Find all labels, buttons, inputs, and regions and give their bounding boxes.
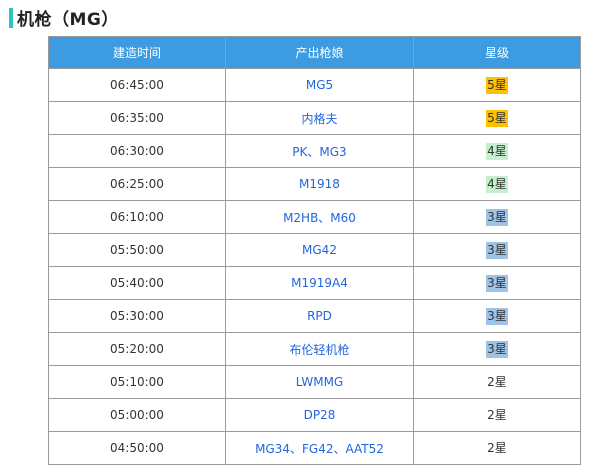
table-row: 06:35:00 内格夫 5星 [48,101,581,135]
build-time-cell: 06:45:00 [48,68,226,102]
rarity-cell: 2星 [413,398,581,432]
build-time-cell: 04:50:00 [48,431,226,465]
rarity-cell: 2星 [413,431,581,465]
rarity-badge: 3星 [486,307,508,325]
table-row: 06:45:00 MG5 5星 [48,68,581,102]
rarity-cell: 4星 [413,167,581,201]
section-header: 机枪（MG） [0,0,604,34]
tdoll-link[interactable]: M2HB、M60 [283,211,356,225]
build-time-cell: 05:20:00 [48,332,226,366]
table-row: 04:50:00 MG34、FG42、AAT52 2星 [48,431,581,465]
tdoll-link[interactable]: LWMMG [296,375,343,389]
rarity-cell: 3星 [413,233,581,267]
table-row: 05:50:00 MG42 3星 [48,233,581,267]
tdoll-cell: M1919A4 [225,266,414,300]
tdoll-link[interactable]: M1918 [299,177,340,191]
tdoll-link[interactable]: M1919A4 [291,276,348,290]
table-body: 06:45:00 MG5 5星 06:35:00 内格夫 5星 06:30:00 PK、MG3… [48,68,581,465]
tdoll-cell: M2HB、M60 [225,200,414,234]
tdoll-link[interactable]: PK、MG3 [292,145,346,159]
rarity-cell: 3星 [413,266,581,300]
section-title: 机枪（MG） [17,10,119,30]
rarity-badge: 5星 [486,109,508,127]
header-build-time: 建造时间 [48,36,226,69]
rarity-cell: 4星 [413,134,581,168]
build-time-cell: 05:10:00 [48,365,226,399]
accent-bar [9,8,13,28]
tdoll-cell: 内格夫 [225,101,414,135]
table-row: 05:20:00 布伦轻机枪 3星 [48,332,581,366]
table-row: 06:25:00 M1918 4星 [48,167,581,201]
tdoll-link[interactable]: 布伦轻机枪 [289,343,349,357]
table-row: 06:10:00 M2HB、M60 3星 [48,200,581,234]
tdoll-link[interactable]: MG5 [306,78,333,92]
build-time-cell: 06:30:00 [48,134,226,168]
rarity-badge: 3星 [486,241,508,259]
rarity-badge: 2星 [487,374,507,389]
build-time-cell: 06:10:00 [48,200,226,234]
build-time-cell: 05:00:00 [48,398,226,432]
build-time-cell: 05:40:00 [48,266,226,300]
rarity-badge: 2星 [487,440,507,455]
table-row: 05:00:00 DP28 2星 [48,398,581,432]
rarity-badge: 4星 [486,142,508,160]
tdoll-cell: M1918 [225,167,414,201]
table-row: 06:30:00 PK、MG3 4星 [48,134,581,168]
tdoll-cell: RPD [225,299,414,333]
header-tdoll: 产出枪娘 [225,36,414,69]
table-row: 05:40:00 M1919A4 3星 [48,266,581,300]
rarity-cell: 5星 [413,101,581,135]
rarity-cell: 3星 [413,332,581,366]
table-row: 05:30:00 RPD 3星 [48,299,581,333]
rarity-cell: 5星 [413,68,581,102]
tdoll-cell: MG34、FG42、AAT52 [225,431,414,465]
tdoll-cell: 布伦轻机枪 [225,332,414,366]
rarity-cell: 3星 [413,200,581,234]
tdoll-link[interactable]: MG42 [302,243,337,257]
rarity-badge: 3星 [486,340,508,358]
tdoll-link[interactable]: RPD [307,309,332,323]
rarity-badge: 4星 [486,175,508,193]
build-time-cell: 06:35:00 [48,101,226,135]
table-header-row: 建造时间 产出枪娘 星级 [48,36,581,69]
tdoll-cell: PK、MG3 [225,134,414,168]
rarity-cell: 2星 [413,365,581,399]
tdoll-cell: DP28 [225,398,414,432]
rarity-badge: 2星 [487,407,507,422]
tdoll-link[interactable]: MG34、FG42、AAT52 [255,442,384,456]
rarity-cell: 3星 [413,299,581,333]
tdoll-cell: LWMMG [225,365,414,399]
tdoll-cell: MG5 [225,68,414,102]
build-time-table: 建造时间 产出枪娘 星级 06:45:00 MG5 5星 06:35:00 内格夫 5星 0… [48,36,581,465]
header-rarity: 星级 [413,36,581,69]
tdoll-link[interactable]: 内格夫 [301,112,337,126]
tdoll-cell: MG42 [225,233,414,267]
table-row: 05:10:00 LWMMG 2星 [48,365,581,399]
build-time-cell: 05:30:00 [48,299,226,333]
rarity-badge: 3星 [486,274,508,292]
build-time-cell: 05:50:00 [48,233,226,267]
rarity-badge: 3星 [486,208,508,226]
rarity-badge: 5星 [486,76,508,94]
tdoll-link[interactable]: DP28 [304,408,336,422]
build-time-cell: 06:25:00 [48,167,226,201]
